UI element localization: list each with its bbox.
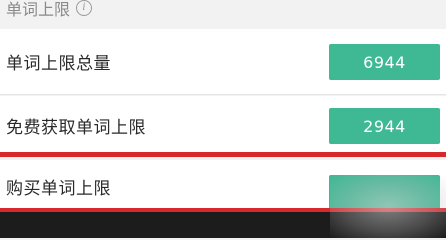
list-item-total-limit: 单词上限总量 6944 [0,29,446,95]
highlight-underline [0,152,446,157]
list-item-free-limit: 免费获取单词上限 2944 [0,96,446,154]
word-limit-screen: 单词上限 i 单词上限总量 6944 免费获取单词上限 2944 购买单词上限 [0,0,446,238]
info-circle-icon[interactable]: i [76,0,93,16]
section-title: 单词上限 [6,0,71,19]
list-item-purchase-limit: 购买单词上限 [0,160,446,215]
free-limit-value-button[interactable]: 2944 [329,108,440,144]
total-limit-value-button[interactable]: 6944 [329,44,440,80]
purchase-limit-label: 购买单词上限 [6,178,111,199]
free-limit-label: 免费获取单词上限 [6,117,146,138]
total-limit-label: 单词上限总量 [6,54,111,74]
bottom-bar [0,212,446,238]
section-header: 单词上限 i [0,0,446,26]
